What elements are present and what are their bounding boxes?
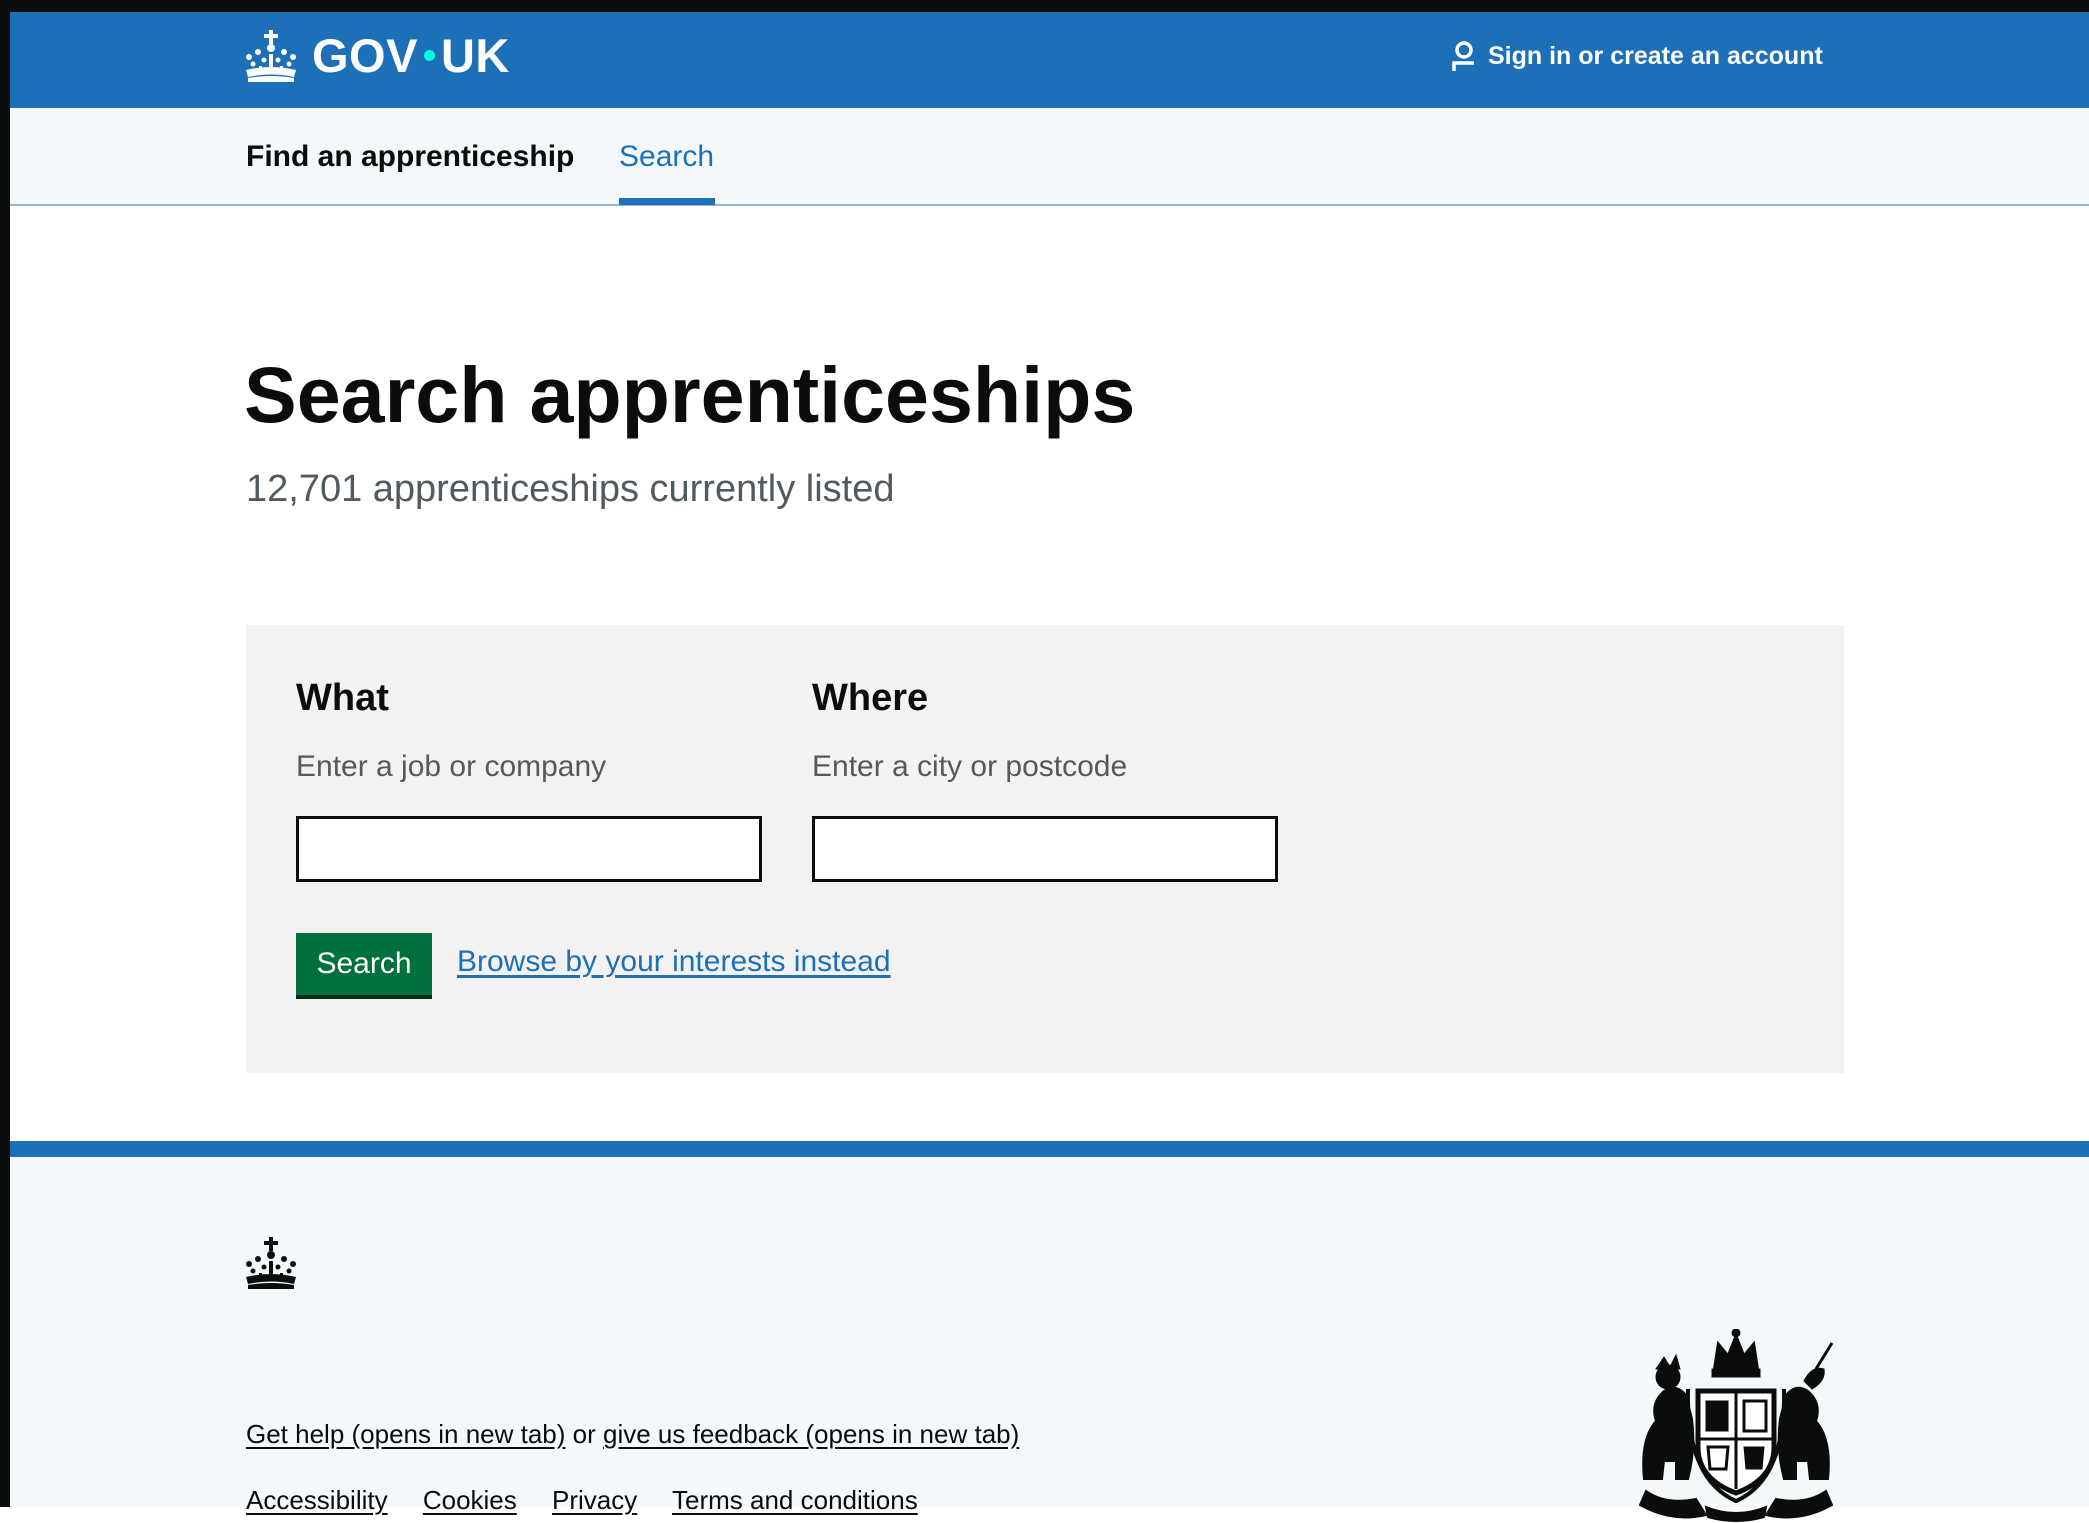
nav-item-search[interactable]: Search [619,140,714,174]
sign-in-link[interactable]: Sign in or create an account [1452,40,1823,72]
service-navigation: Find an apprenticeship Search [0,108,2089,206]
where-hint: Enter a city or postcode [812,750,1128,783]
browse-interests-link[interactable]: Browse by your interests instead [457,945,891,979]
footer-link-cookies[interactable]: Cookies [423,1485,517,1515]
what-label: What [296,677,389,719]
what-input[interactable] [296,816,762,882]
footer-link-accessibility[interactable]: Accessibility [246,1485,388,1515]
sign-in-label: Sign in or create an account [1488,41,1823,70]
logo-dot [423,50,435,61]
search-form: What Enter a job or company Where Enter … [246,625,1844,1073]
user-icon [1452,41,1474,71]
royal-coat-of-arms-icon [1638,1329,1834,1522]
where-input[interactable] [812,816,1278,882]
where-label: Where [812,677,929,719]
govuk-header: GOV UK Sign in or create an account [0,0,2089,108]
get-help-link[interactable]: Get help (opens in new tab) [246,1419,565,1449]
listing-count: 12,701 apprenticeships currently listed [246,468,895,510]
govuk-footer: Get help (opens in new tab) or give us f… [0,1141,2089,1522]
service-name-link[interactable]: Find an apprenticeship [246,140,574,174]
logo-text-gov: GOV [312,29,418,82]
crown-icon [246,1237,296,1289]
feedback-link[interactable]: give us feedback (opens in new tab) [603,1419,1019,1449]
search-button[interactable]: Search [296,933,432,995]
govuk-logo-link[interactable]: GOV UK [244,28,510,83]
nav-active-indicator [619,198,715,205]
footer-link-privacy[interactable]: Privacy [552,1485,637,1515]
what-hint: Enter a job or company [296,750,607,783]
crown-icon [246,29,296,82]
page-title: Search apprenticeships [244,350,1136,439]
logo-text: GOV UK [312,28,510,83]
footer-help-row: Get help (opens in new tab) or give us f… [246,1419,1019,1450]
logo-text-uk: UK [440,29,510,82]
footer-meta-links: Accessibility Cookies Privacy Terms and … [246,1485,946,1516]
footer-or-text: or [572,1419,596,1449]
footer-link-terms[interactable]: Terms and conditions [672,1485,918,1515]
